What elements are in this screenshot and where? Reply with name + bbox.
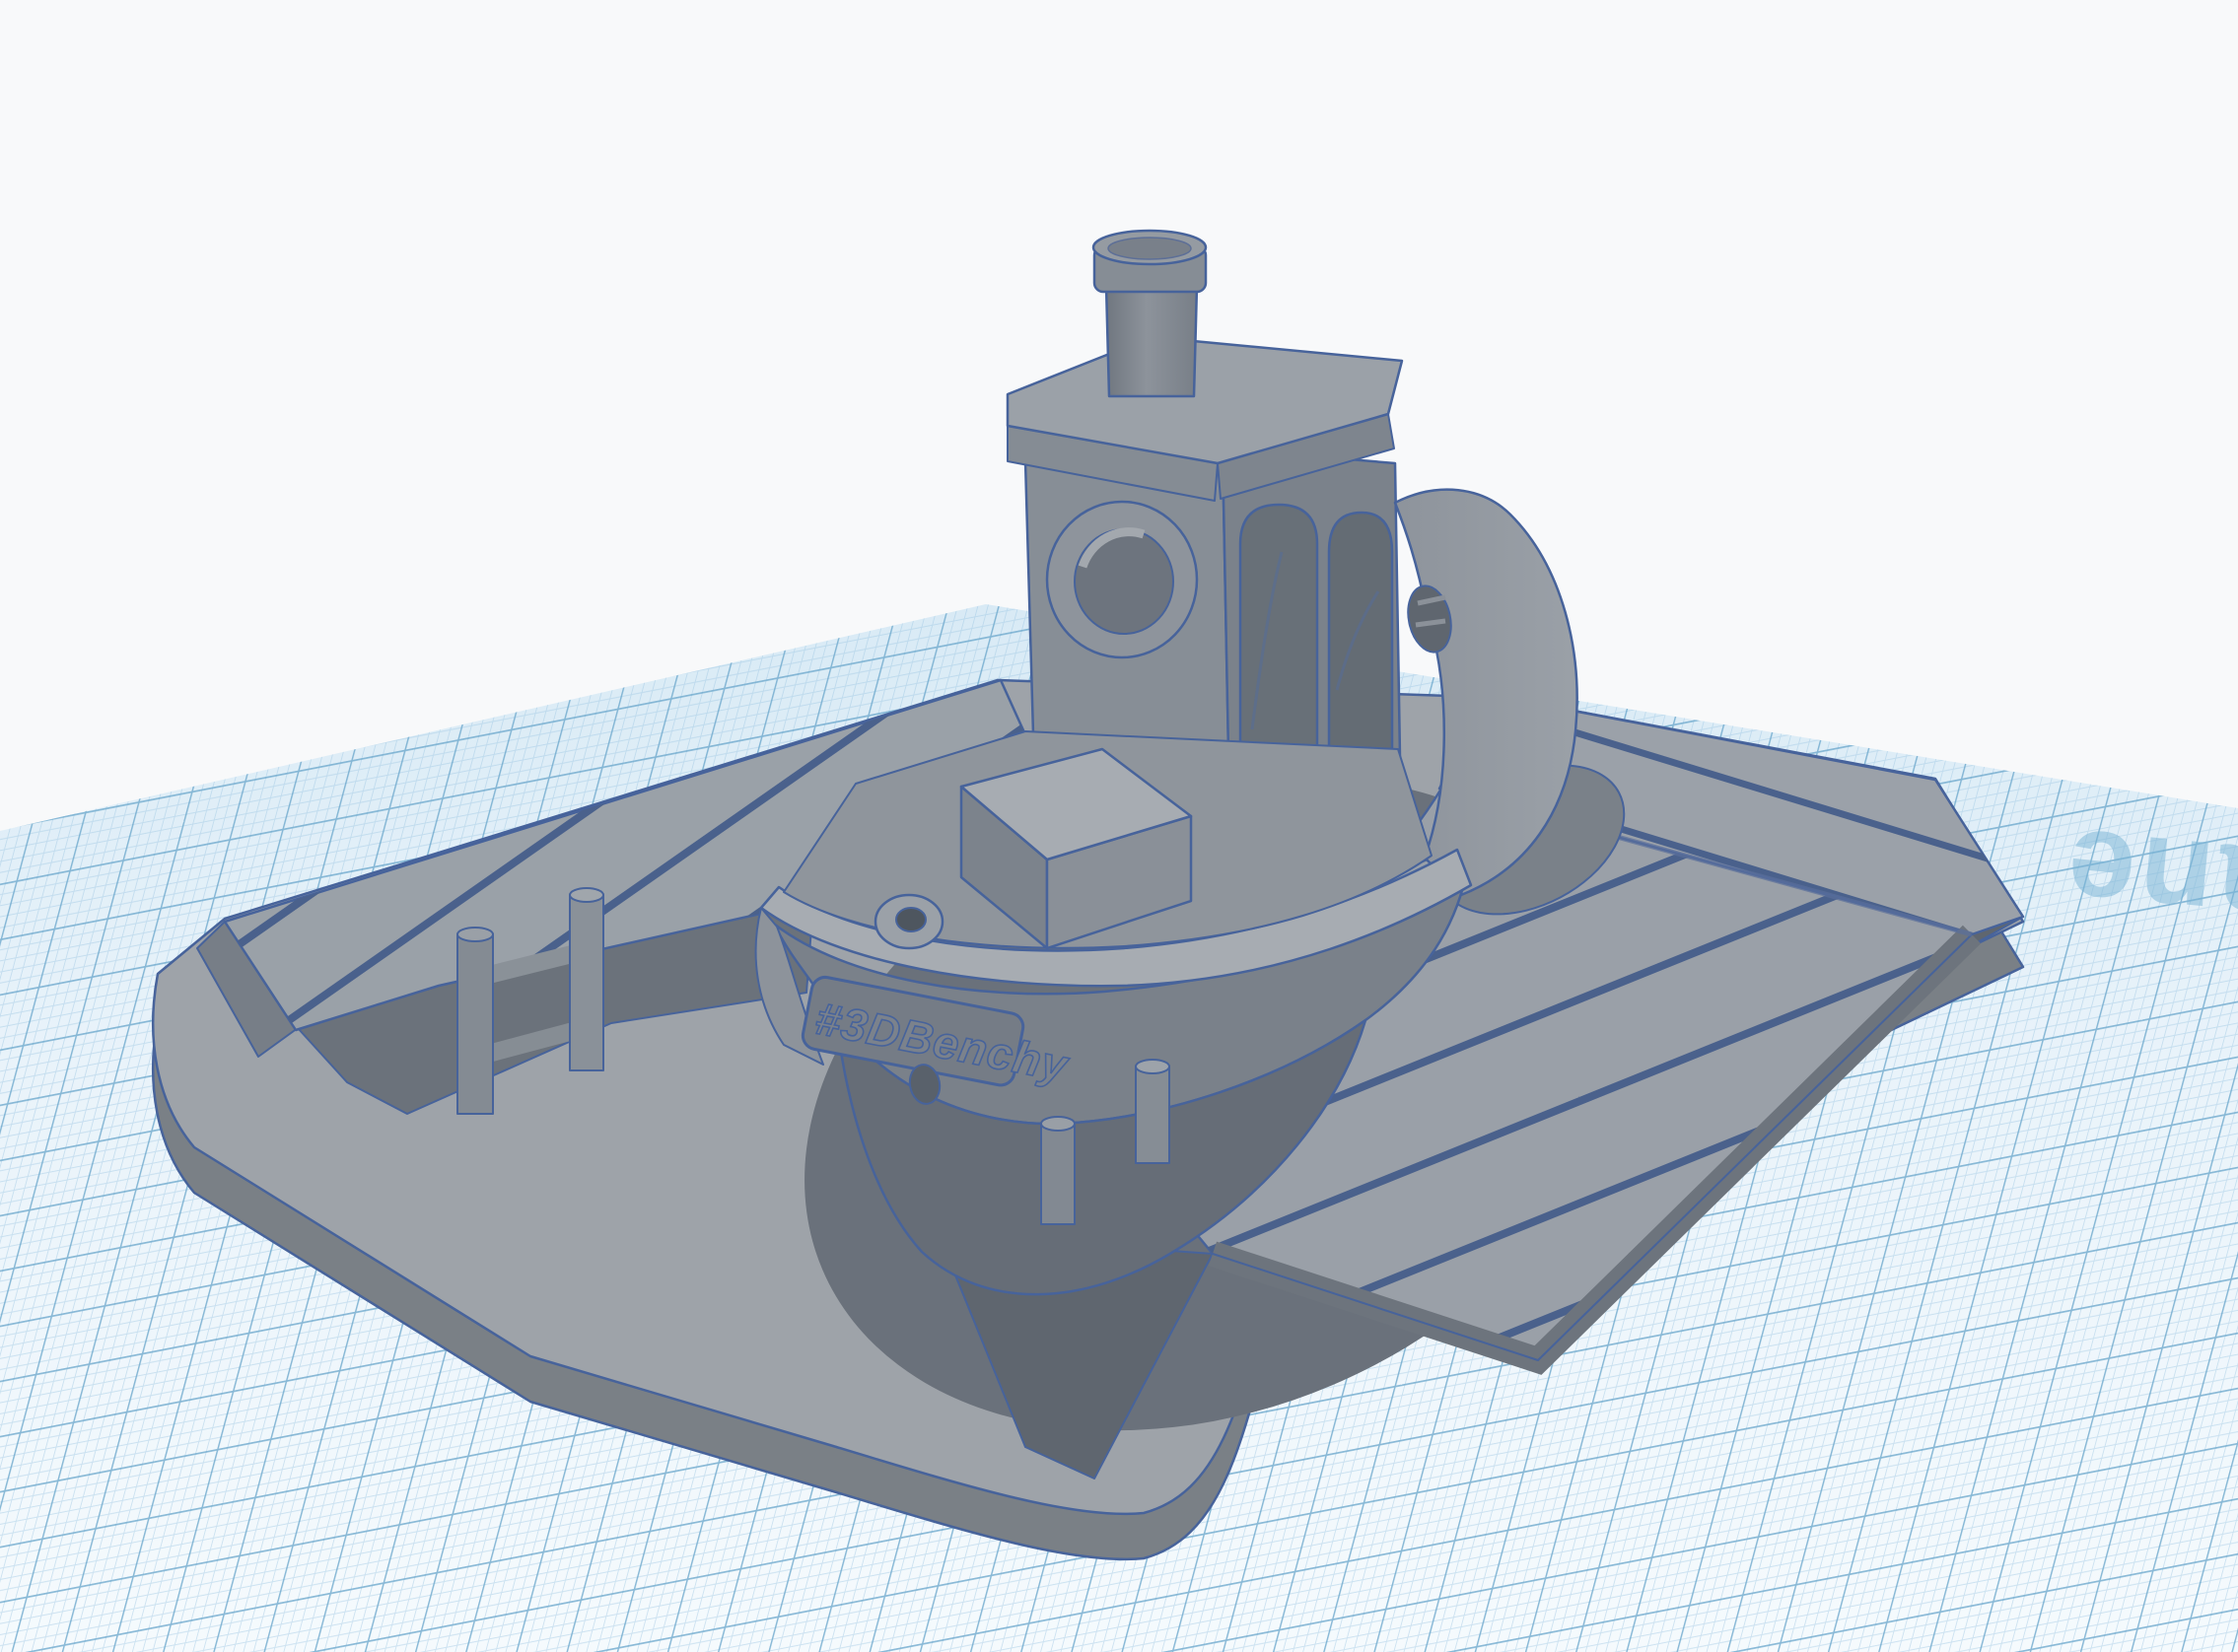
ladder-post-left-cap (457, 928, 493, 941)
bollard-front[interactable] (1041, 1124, 1075, 1224)
chimney-neck[interactable] (1106, 286, 1197, 396)
ladder-post-right[interactable] (570, 895, 603, 1070)
ladder-post-left[interactable] (457, 934, 493, 1114)
arched-doorway-right[interactable] (1329, 513, 1392, 749)
ladder-post-right-cap (570, 888, 603, 902)
arched-doorway-left[interactable] (1240, 505, 1317, 746)
bollard-front-cap (1041, 1117, 1075, 1131)
porthole-window-opening (1075, 529, 1173, 634)
deck-hawse-hole (896, 908, 926, 931)
cad-viewport: Workplane (0, 0, 2238, 1652)
chimney-opening (1108, 238, 1191, 259)
design-canvas[interactable]: Workplane (0, 0, 2238, 1652)
bollard-rear-cap (1136, 1060, 1169, 1073)
bollard-rear[interactable] (1136, 1067, 1169, 1163)
